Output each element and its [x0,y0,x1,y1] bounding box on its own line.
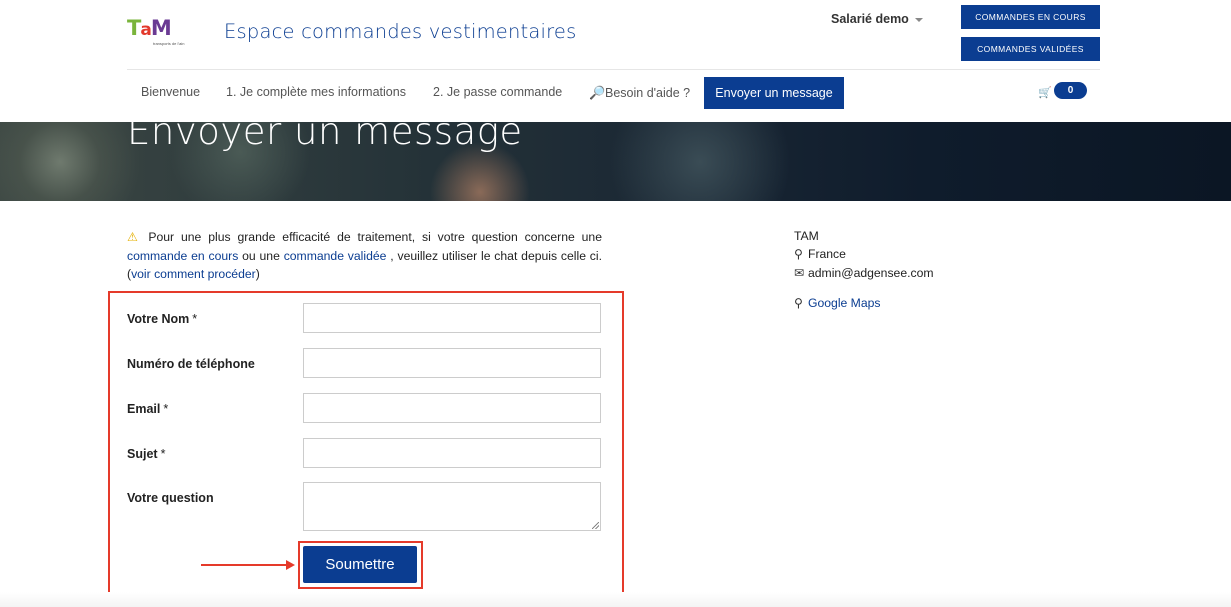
footer-shadow [0,592,1231,607]
cart-button[interactable]: 🛒 0 [1038,82,1088,100]
divider [127,69,1100,70]
orders-validated-button[interactable]: Commandes validées [961,37,1100,61]
orders-current-button[interactable]: Commandes en cours [961,5,1100,29]
label-subject: Sujet * [127,447,166,461]
contact-country: ⚲ France [794,247,846,261]
resize-handle[interactable] [592,522,599,529]
label-question: Votre question [127,491,214,505]
submit-button[interactable]: Soumettre [303,546,417,583]
label-phone: Numéro de téléphone [127,357,255,371]
caret-down-icon [914,17,923,22]
name-input[interactable] [303,303,601,333]
header: TaM transports de l'ain Espace commandes… [0,0,1231,122]
label-email: Email * [127,402,169,416]
user-menu[interactable]: Salarié demo [831,12,923,26]
cart-icon: 🛒 [1038,87,1052,99]
nav-item-place-order[interactable]: 2. Je passe commande [433,85,562,99]
nav-item-my-info[interactable]: 1. Je complète mes informations [226,85,406,99]
contact-name: TAM [794,229,819,243]
question-textarea[interactable] [303,482,601,531]
warning-icon: ⚠ [127,230,142,244]
link-current-order[interactable]: commande en cours [127,249,238,263]
nav-item-welcome[interactable]: Bienvenue [141,85,200,99]
notice-text: ⚠ Pour une plus grande efficacité de tra… [127,230,602,281]
phone-input[interactable] [303,348,601,378]
cart-count-badge: 0 [1054,82,1087,99]
magnifier-icon: 🔎 [589,85,606,100]
map-marker-icon: ⚲ [794,247,803,261]
arrow-annotation [201,560,295,570]
nav-item-help[interactable]: 🔎Besoin d'aide ? [589,85,690,101]
link-validated-order[interactable]: commande validée [284,249,387,263]
nav-item-send-message[interactable]: Envoyer un message [704,77,844,109]
contact-maps[interactable]: ⚲ Google Maps [794,296,881,310]
page-title: Envoyer un message [127,122,523,153]
link-how-to[interactable]: voir comment procéder [131,267,256,281]
google-maps-link[interactable]: Google Maps [808,296,881,310]
contact-email: ✉ admin@adgensee.com [794,266,934,280]
site-title: Espace commandes vestimentaires [224,20,577,43]
map-marker-icon: ⚲ [794,296,803,310]
hero-banner: Envoyer un message [0,122,1231,201]
subject-input[interactable] [303,438,601,468]
envelope-icon: ✉ [794,266,805,280]
email-input[interactable] [303,393,601,423]
label-name: Votre Nom * [127,312,198,326]
company-logo[interactable]: TaM transports de l'ain [127,16,184,48]
